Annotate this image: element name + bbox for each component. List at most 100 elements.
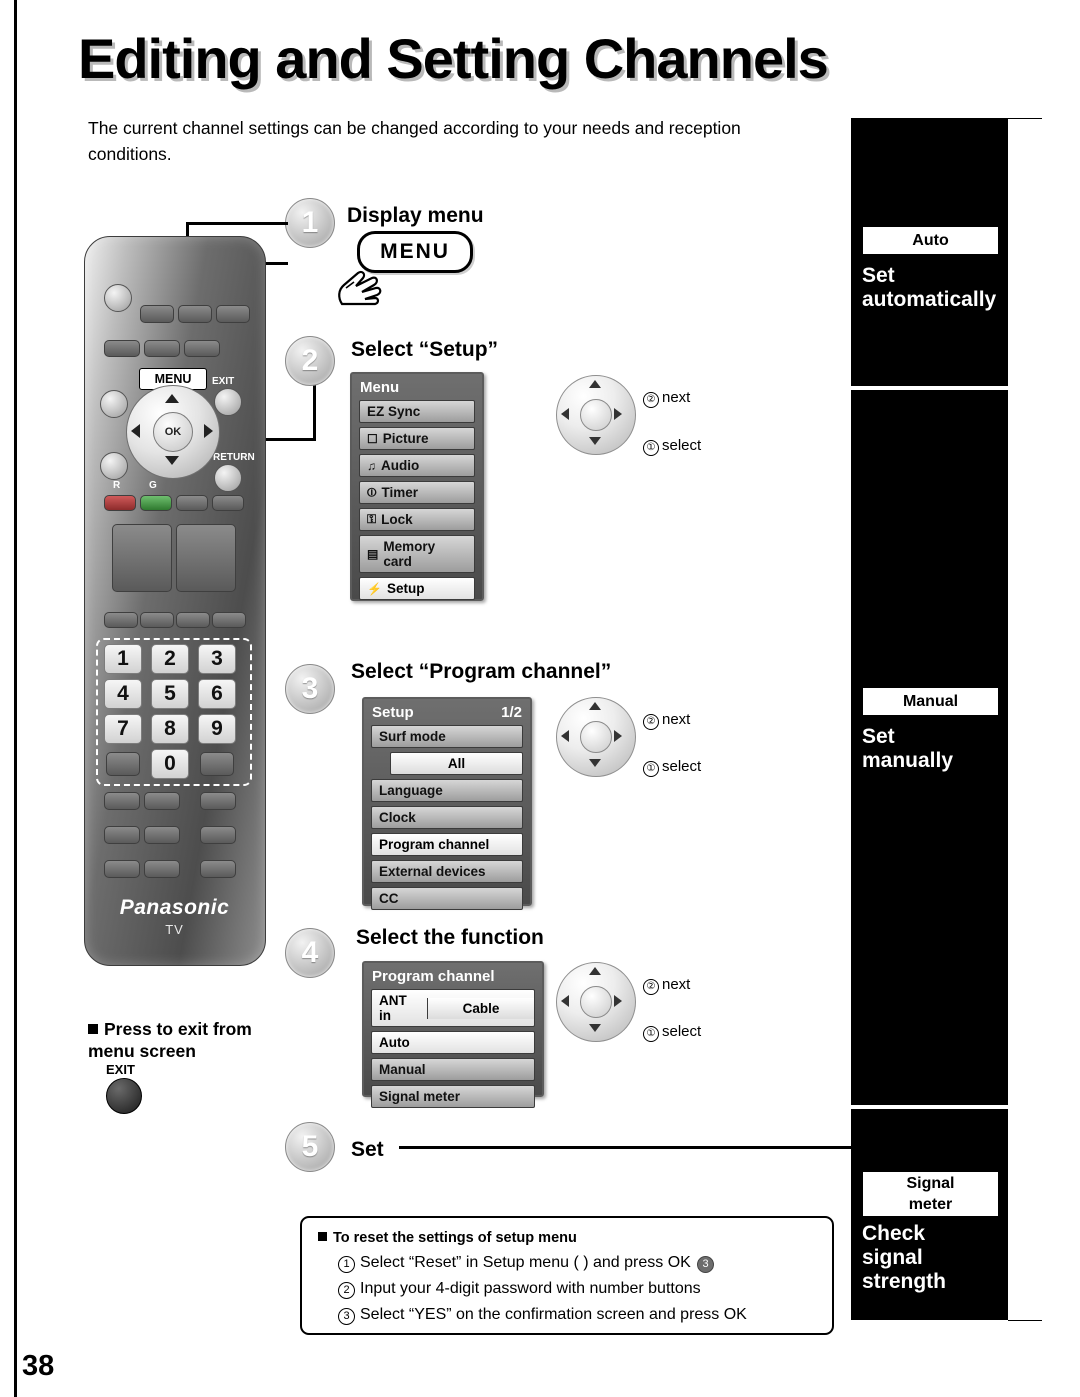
remote-key-9[interactable]: 9 — [198, 714, 236, 744]
remote-key-7[interactable]: 7 — [104, 714, 142, 744]
panel-signal-caption-2: signal — [862, 1246, 923, 1269]
osd-program-row-signal-meter[interactable]: Signal meter — [371, 1085, 535, 1108]
osd-menu-item-label: Setup — [386, 581, 425, 596]
remote-key-8[interactable]: 8 — [151, 714, 189, 744]
osd-setup-item-language[interactable]: Language — [371, 779, 523, 802]
remote-nav-right-icon[interactable] — [204, 424, 213, 438]
remote-button-row4-2[interactable] — [140, 612, 174, 628]
nav-wheel-up-icon[interactable] — [589, 380, 601, 388]
nav-wheel-up-icon[interactable] — [589, 702, 601, 710]
picture-icon: ☐ — [367, 431, 378, 446]
nav-wheel-right-icon[interactable] — [614, 408, 622, 420]
osd-menu-item-ez-sync[interactable]: EZ Sync — [359, 400, 475, 423]
remote-button-row3-4[interactable] — [212, 495, 244, 511]
osd-program-row-value[interactable]: Cable — [427, 997, 534, 1019]
remote-key-4[interactable]: 4 — [104, 679, 142, 709]
reset-box-line-1-text: Select “Reset” in Setup menu ( ) and pre… — [360, 1254, 691, 1271]
osd-program-row-auto[interactable]: Auto — [371, 1031, 535, 1054]
remote-key-6[interactable]: 6 — [198, 679, 236, 709]
remote-button-row4-4[interactable] — [212, 612, 246, 628]
remote-side-button-left-2[interactable] — [100, 452, 128, 480]
osd-setup-item-external-devices[interactable]: External devices — [371, 860, 523, 883]
nav-wheel-ok-step2[interactable] — [580, 399, 612, 431]
remote-button-row2-3[interactable] — [184, 340, 220, 357]
remote-button-top-3[interactable] — [216, 305, 250, 323]
nav-wheel-down-icon[interactable] — [589, 759, 601, 767]
osd-program-row-ant-in[interactable]: ANT in Cable — [371, 989, 535, 1027]
reset-box-title: To reset the settings of setup menu — [318, 1230, 577, 1246]
remote-ok-button[interactable]: OK — [153, 412, 193, 452]
panel-signal-tab-line1: Signal — [906, 1175, 955, 1192]
osd-menu-item-audio[interactable]: ♫ Audio — [359, 454, 475, 477]
nav-wheel-left-icon[interactable] — [561, 408, 569, 420]
remote-key-2[interactable]: 2 — [151, 644, 189, 674]
remote-button-keypad-right[interactable] — [200, 752, 234, 776]
exit-note-button[interactable] — [106, 1078, 142, 1114]
osd-setup-item-program-channel[interactable]: Program channel — [371, 833, 523, 856]
remote-side-button-left[interactable] — [100, 390, 128, 418]
remote-large-button-right[interactable] — [176, 524, 236, 592]
osd-menu-item-timer[interactable]: ⏼ Timer — [359, 481, 475, 504]
remote-key-0[interactable]: 0 — [151, 749, 189, 779]
remote-key-3[interactable]: 3 — [198, 644, 236, 674]
step-4-badge: 4 — [285, 928, 335, 978]
panel-signal-tab-line2: meter — [908, 1196, 953, 1213]
remote-button-top-2[interactable] — [178, 305, 212, 323]
nav-hint-next-step2: ② next — [643, 389, 690, 408]
remote-button-row5-1[interactable] — [104, 792, 140, 810]
step-1-label: Display menu — [347, 204, 484, 227]
remote-nav-up-icon[interactable] — [165, 394, 179, 403]
remote-key-1[interactable]: 1 — [104, 644, 142, 674]
remote-button-row6-1[interactable] — [104, 826, 140, 844]
nav-wheel-right-icon[interactable] — [614, 730, 622, 742]
osd-menu-item-picture[interactable]: ☐ Picture — [359, 427, 475, 450]
remote-button-row4-1[interactable] — [104, 612, 138, 628]
nav-wheel-ok-step3[interactable] — [580, 721, 612, 753]
osd-menu-item-setup[interactable]: ⚡ Setup — [359, 577, 475, 600]
remote-red-button[interactable] — [104, 495, 136, 511]
remote-button-row5-2[interactable] — [144, 792, 180, 810]
remote-button-row7-3[interactable] — [200, 860, 236, 878]
nav-wheel-ok-step4[interactable] — [580, 986, 612, 1018]
step-1-badge: 1 — [285, 198, 335, 248]
step-number-3-icon: 3 — [338, 1308, 355, 1325]
remote-button-row2-1[interactable] — [104, 340, 140, 357]
remote-green-button[interactable] — [140, 495, 172, 511]
remote-button-row7-2[interactable] — [144, 860, 180, 878]
remote-nav-left-icon[interactable] — [131, 424, 140, 438]
remote-button-row4-3[interactable] — [176, 612, 210, 628]
osd-menu-item-label: Lock — [381, 512, 413, 527]
osd-menu-item-lock[interactable]: ⚿ Lock — [359, 508, 475, 531]
nav-wheel-left-icon[interactable] — [561, 730, 569, 742]
remote-large-button-left[interactable] — [112, 524, 172, 592]
nav-wheel-down-icon[interactable] — [589, 437, 601, 445]
remote-nav-down-icon[interactable] — [165, 456, 179, 465]
osd-program-row-manual[interactable]: Manual — [371, 1058, 535, 1081]
osd-menu-item-memory-card[interactable]: ▤ Memory card — [359, 535, 475, 573]
remote-button-row6-2[interactable] — [144, 826, 180, 844]
remote-button-row6-3[interactable] — [200, 826, 236, 844]
remote-key-5[interactable]: 5 — [151, 679, 189, 709]
osd-setup-item-clock[interactable]: Clock — [371, 806, 523, 829]
remote-button-row3-3[interactable] — [176, 495, 208, 511]
osd-setup-item-label: CC — [379, 891, 399, 906]
nav-wheel-right-icon[interactable] — [614, 995, 622, 1007]
remote-power-button[interactable] — [104, 284, 132, 312]
reset-box-line-3: 3 Select “YES” on the confirmation screen… — [338, 1306, 747, 1325]
remote-exit-button[interactable] — [214, 388, 242, 416]
panel-auto-tab: Auto — [862, 226, 999, 255]
remote-button-top-1[interactable] — [140, 305, 174, 323]
remote-brand-sub: TV — [165, 922, 184, 937]
osd-setup-surf-mode-value[interactable]: All — [390, 752, 523, 775]
remote-button-row5-3[interactable] — [200, 792, 236, 810]
panel-manual: Manual Set manually — [851, 390, 1008, 1105]
osd-setup-item-surf-mode[interactable]: Surf mode — [371, 725, 523, 748]
osd-setup-item-cc[interactable]: CC — [371, 887, 523, 910]
nav-wheel-down-icon[interactable] — [589, 1024, 601, 1032]
remote-return-button[interactable] — [214, 464, 242, 492]
nav-wheel-up-icon[interactable] — [589, 967, 601, 975]
remote-button-row2-2[interactable] — [144, 340, 180, 357]
nav-wheel-left-icon[interactable] — [561, 995, 569, 1007]
remote-button-keypad-left[interactable] — [106, 752, 140, 776]
remote-button-row7-1[interactable] — [104, 860, 140, 878]
